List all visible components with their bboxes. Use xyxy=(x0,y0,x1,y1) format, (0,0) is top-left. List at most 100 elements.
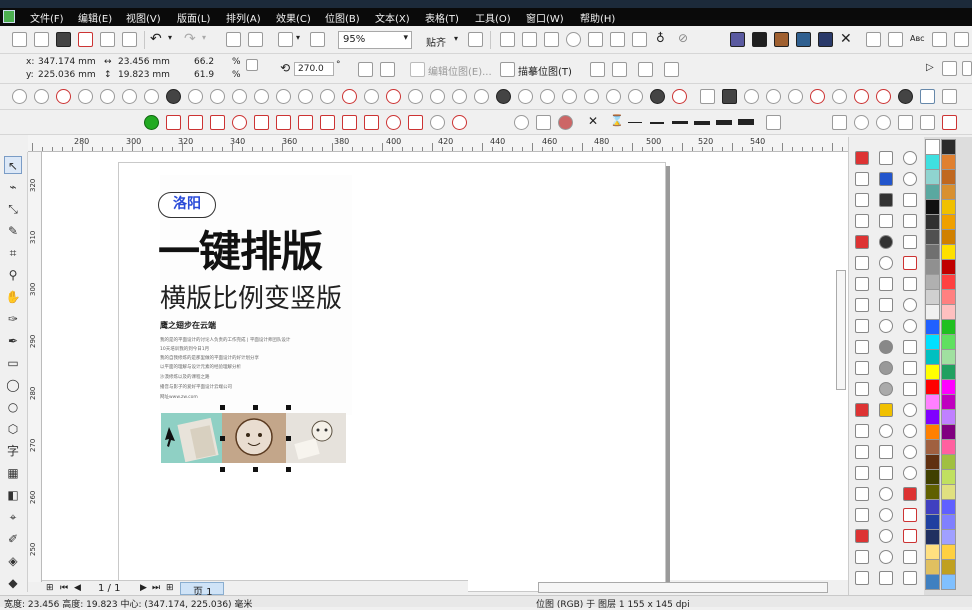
stamp-icon[interactable] xyxy=(672,89,687,104)
next-page-icon[interactable]: ▶ xyxy=(140,583,147,593)
stamp-icon[interactable] xyxy=(854,89,869,104)
poster-subheadline[interactable]: 横版比例变竖版 xyxy=(160,278,342,315)
stamp-icon[interactable] xyxy=(122,89,137,104)
docker-icon[interactable] xyxy=(855,340,869,354)
artistic-media-icon[interactable]: ✒ xyxy=(4,332,22,350)
docker-icon[interactable] xyxy=(879,571,893,585)
first-page-icon[interactable]: ⏮ xyxy=(60,583,68,593)
grid-icon[interactable] xyxy=(942,89,957,104)
bitmap-color-mask-icon[interactable] xyxy=(638,62,653,77)
tool-icon[interactable] xyxy=(942,115,957,130)
color-swatch[interactable] xyxy=(941,529,956,545)
stamp-icon[interactable] xyxy=(788,89,803,104)
docker-icon[interactable] xyxy=(879,193,893,207)
color-swatch[interactable] xyxy=(941,139,956,155)
menu-tools[interactable]: 工具(O) xyxy=(475,10,511,25)
color-swatch[interactable] xyxy=(941,544,956,560)
color-swatch[interactable] xyxy=(941,364,956,380)
color-swatch[interactable] xyxy=(925,169,940,185)
stamp-icon[interactable] xyxy=(518,89,533,104)
scale-y-field[interactable]: 61.9 xyxy=(194,70,214,80)
height-field[interactable]: 19.823 mm xyxy=(118,70,170,80)
selection-handle[interactable] xyxy=(286,405,291,410)
docker-icon[interactable] xyxy=(879,319,893,333)
rotation-field[interactable]: 270.0 xyxy=(294,62,334,76)
pan-tool-icon[interactable]: ✋ xyxy=(4,288,22,306)
docker-icon[interactable] xyxy=(903,382,917,396)
close-icon[interactable]: ✕ xyxy=(840,31,852,47)
selection-handle[interactable] xyxy=(286,436,291,441)
docker-icon[interactable] xyxy=(855,529,869,543)
poster-body-line[interactable]: 以平面的理解与设计元素的经验理解分析 xyxy=(160,364,241,370)
trim-icon[interactable] xyxy=(588,32,603,47)
stamp-icon[interactable] xyxy=(188,89,203,104)
publish-pdf-icon[interactable] xyxy=(278,32,293,47)
color-swatch[interactable] xyxy=(925,559,940,575)
docker-icon[interactable] xyxy=(903,361,917,375)
docker-icon[interactable] xyxy=(879,172,893,186)
stamp-icon[interactable] xyxy=(12,89,27,104)
menu-effects[interactable]: 效果(C) xyxy=(276,10,311,25)
color-swatch[interactable] xyxy=(925,484,940,500)
color-swatch[interactable] xyxy=(941,289,956,305)
selection-handle[interactable] xyxy=(220,436,225,441)
poster-body-line[interactable]: 10天培训我的到今日1月 xyxy=(160,346,209,352)
eye-icon[interactable] xyxy=(920,89,935,104)
poster-body-line[interactable]: 沙漠修炼以及的课程之路 xyxy=(160,374,210,380)
intersect-icon[interactable] xyxy=(610,32,625,47)
color-swatch[interactable] xyxy=(925,139,940,155)
stamp-icon[interactable] xyxy=(386,89,401,104)
docker-icon[interactable] xyxy=(855,382,869,396)
texture-icon[interactable] xyxy=(796,32,811,47)
color-swatch[interactable] xyxy=(925,334,940,350)
color-swatch[interactable] xyxy=(941,244,956,260)
combine-icon[interactable] xyxy=(544,32,559,47)
tool-icon[interactable] xyxy=(452,115,467,130)
eyedropper-tool-icon[interactable]: ⌖ xyxy=(4,508,22,526)
zoom-tool-icon[interactable]: ⚲ xyxy=(4,266,22,284)
edit-bitmap-button[interactable]: 编辑位图(E)... xyxy=(428,63,492,78)
color-swatch[interactable] xyxy=(941,169,956,185)
group-icon[interactable] xyxy=(500,32,515,47)
stamp-icon[interactable] xyxy=(34,89,49,104)
polygon-tool-icon[interactable]: ○ xyxy=(4,398,22,416)
color-swatch[interactable] xyxy=(941,439,956,455)
prev-page-icon[interactable]: ◀ xyxy=(74,583,81,593)
stamp-icon[interactable] xyxy=(452,89,467,104)
snap-dropdown-icon[interactable]: ▾ xyxy=(454,34,458,43)
align-icon[interactable] xyxy=(866,32,881,47)
photo-card-mint[interactable] xyxy=(161,413,222,463)
docker-icon[interactable] xyxy=(903,214,917,228)
color-swatch[interactable] xyxy=(925,574,940,590)
edit-bitmap-icon[interactable] xyxy=(410,62,425,77)
stamp-icon[interactable] xyxy=(540,89,555,104)
color-swatch[interactable] xyxy=(941,379,956,395)
add-page-after-icon[interactable]: ⊞ xyxy=(166,583,174,593)
horizontal-scrollbar[interactable] xyxy=(538,582,828,593)
stamp-icon[interactable] xyxy=(700,89,715,104)
redo-dropdown-icon[interactable]: ▾ xyxy=(202,33,206,42)
tool-icon[interactable] xyxy=(232,115,247,130)
color-swatch[interactable] xyxy=(941,559,956,575)
undo-dropdown-icon[interactable]: ▾ xyxy=(168,33,172,42)
stamp-icon[interactable] xyxy=(320,89,335,104)
poster-headline[interactable]: 一键排版 xyxy=(158,218,323,279)
tool-icon[interactable] xyxy=(342,115,357,130)
color-swatch[interactable] xyxy=(941,454,956,470)
stamp-icon[interactable] xyxy=(606,89,621,104)
publish-dropdown-icon[interactable]: ▾ xyxy=(296,33,300,42)
line-width-sample[interactable] xyxy=(650,122,664,124)
color-swatch[interactable] xyxy=(925,469,940,485)
color-swatch[interactable] xyxy=(941,514,956,530)
selection-handle[interactable] xyxy=(253,467,258,472)
tool-icon[interactable] xyxy=(386,115,401,130)
last-page-icon[interactable]: ⏭ xyxy=(152,583,160,593)
color-swatch[interactable] xyxy=(941,274,956,290)
docker-icon[interactable] xyxy=(879,256,893,270)
pen-tool-icon[interactable] xyxy=(942,61,957,76)
tool-icon[interactable] xyxy=(298,115,313,130)
selection-handle[interactable] xyxy=(253,405,258,410)
color-swatch[interactable] xyxy=(925,409,940,425)
docker-icon[interactable] xyxy=(855,193,869,207)
stamp-icon[interactable] xyxy=(898,89,913,104)
